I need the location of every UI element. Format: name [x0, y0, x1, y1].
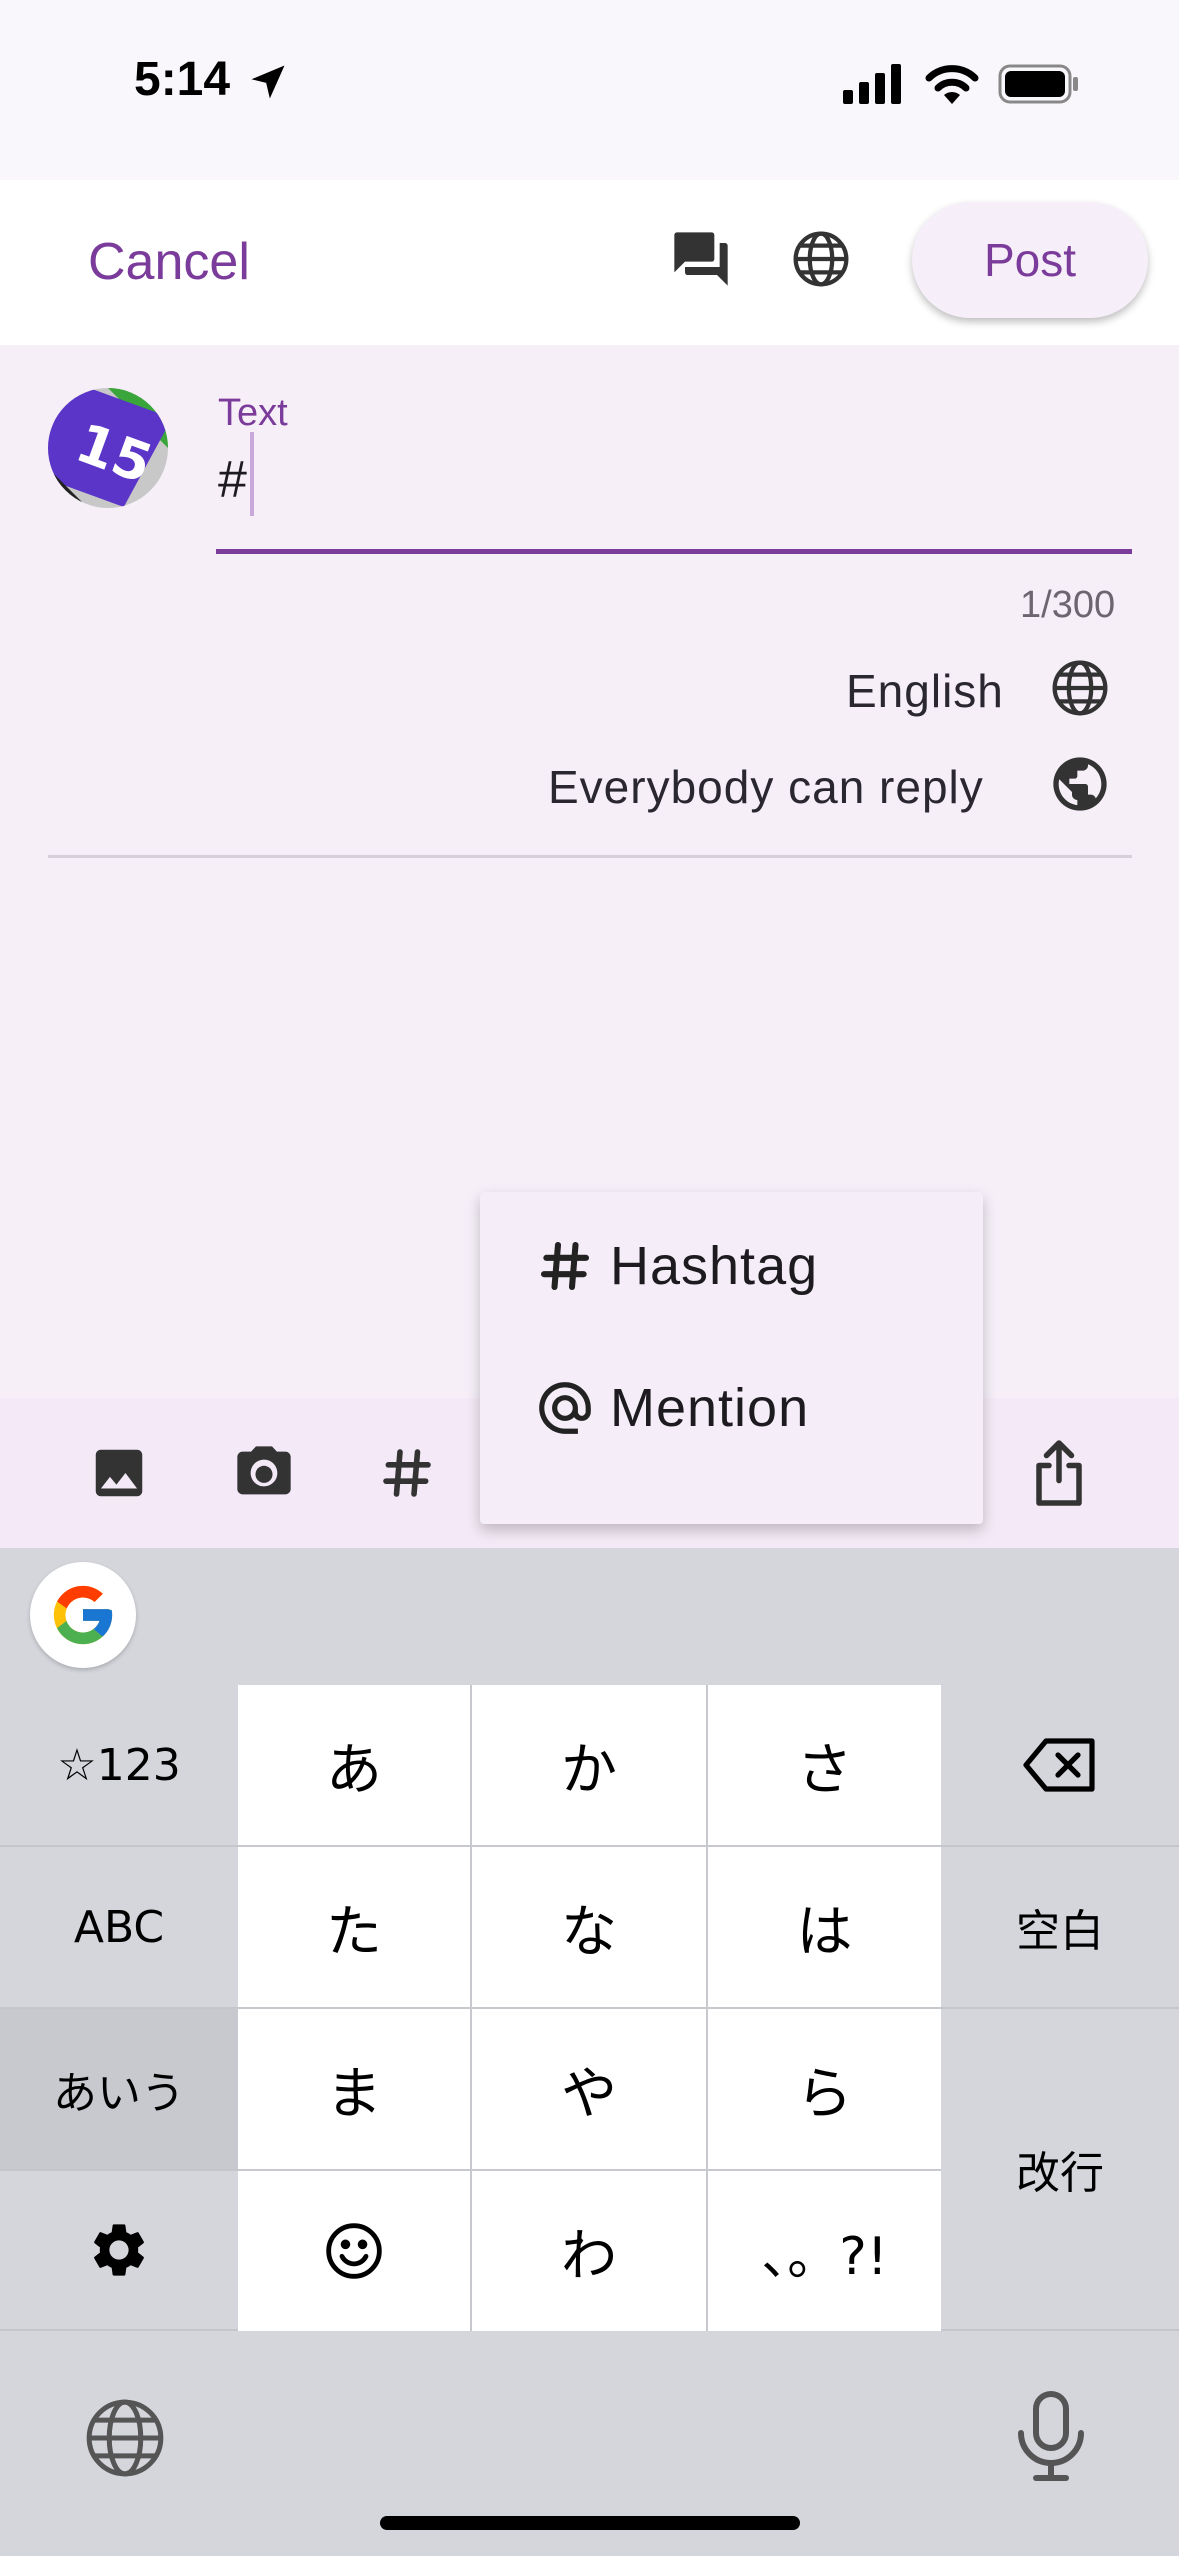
menu-item-label: Mention [610, 1378, 810, 1438]
key-ra[interactable]: ら [708, 2009, 941, 2171]
avatar[interactable]: 15 [48, 388, 168, 508]
key-ya[interactable]: や [472, 2009, 708, 2171]
mention-hashtag-menu: Hashtag Mention [480, 1192, 983, 1524]
image-icon[interactable] [84, 1438, 154, 1508]
location-arrow-icon [246, 60, 290, 109]
text-field-underline [216, 549, 1132, 554]
keyboard-globe-icon[interactable] [82, 2395, 168, 2486]
key-punctuation[interactable]: 、。?! [708, 2171, 941, 2331]
at-icon [530, 1373, 600, 1443]
text-input[interactable]: # [218, 450, 247, 510]
key-ka[interactable]: か [472, 1685, 708, 1847]
text-field-label: Text [218, 392, 288, 434]
home-indicator[interactable] [380, 2516, 800, 2530]
key-ha[interactable]: は [708, 1847, 941, 2009]
language-label[interactable]: English [846, 664, 1004, 718]
camera-icon[interactable] [229, 1438, 299, 1508]
post-button[interactable]: Post [912, 202, 1148, 318]
key-space[interactable]: 空白 [941, 1847, 1179, 2009]
share-icon[interactable] [1024, 1438, 1094, 1508]
battery-icon [998, 64, 1080, 109]
reply-setting-label[interactable]: Everybody can reply [548, 760, 984, 814]
key-hiragana[interactable]: あいう [0, 2009, 238, 2171]
microphone-icon[interactable] [1012, 2388, 1090, 2489]
public-earth-icon[interactable] [1048, 752, 1112, 821]
language-globe-icon[interactable] [1048, 656, 1112, 725]
cancel-button[interactable]: Cancel [88, 232, 250, 292]
menu-item-hashtag[interactable]: Hashtag [480, 1196, 983, 1336]
settings-gear-icon[interactable] [0, 2171, 238, 2331]
key-symbols[interactable]: ☆123 [0, 1685, 238, 1847]
key-ma[interactable]: ま [238, 2009, 472, 2171]
status-time: 5:14 [134, 53, 231, 106]
google-logo-icon[interactable] [30, 1562, 136, 1668]
cellular-signal-icon [843, 64, 905, 109]
backspace-icon[interactable] [941, 1685, 1179, 1847]
divider [48, 855, 1132, 858]
key-wa[interactable]: わ [472, 2171, 708, 2331]
menu-item-mention[interactable]: Mention [480, 1338, 983, 1478]
globe-icon[interactable] [788, 226, 854, 292]
key-a[interactable]: あ [238, 1685, 472, 1847]
wifi-icon [924, 62, 980, 109]
reply-threads-icon[interactable] [668, 226, 734, 292]
emoji-icon[interactable] [238, 2171, 472, 2331]
key-abc[interactable]: ABC [0, 1847, 238, 2009]
text-cursor [250, 432, 254, 516]
key-sa[interactable]: さ [708, 1685, 941, 1847]
character-counter: 1/300 [1020, 584, 1116, 626]
hash-icon [530, 1231, 600, 1301]
key-enter[interactable]: 改行 [941, 2009, 1179, 2331]
hash-icon[interactable] [372, 1438, 442, 1508]
key-na[interactable]: な [472, 1847, 708, 2009]
key-ta[interactable]: た [238, 1847, 472, 2009]
menu-item-label: Hashtag [610, 1236, 819, 1296]
